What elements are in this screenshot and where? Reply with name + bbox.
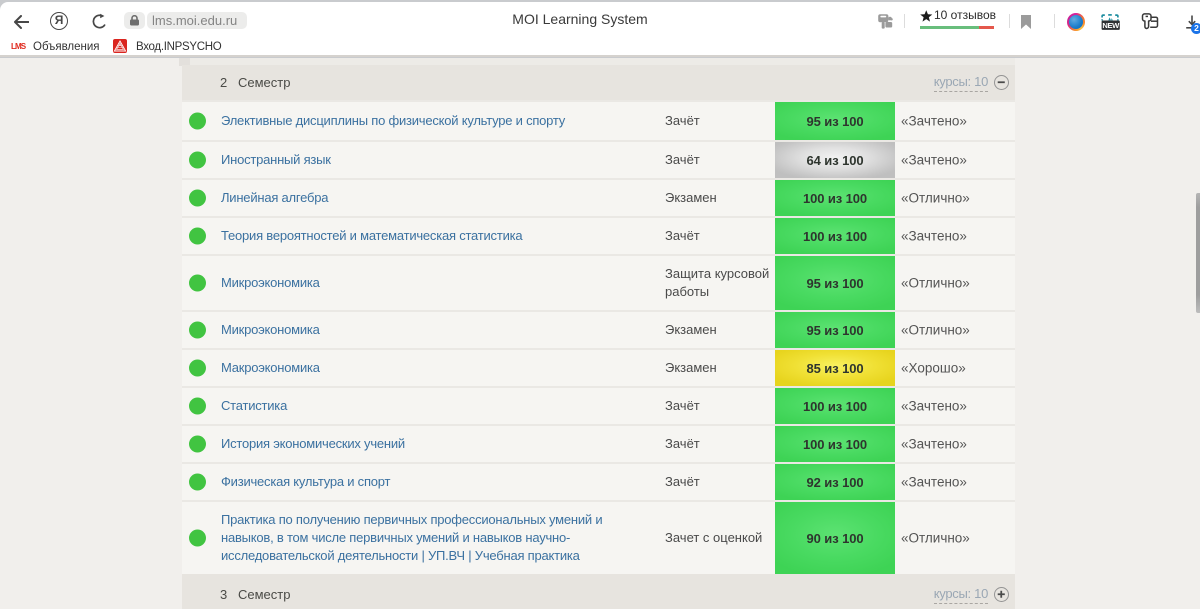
svg-text:NEW: NEW	[1102, 21, 1120, 30]
